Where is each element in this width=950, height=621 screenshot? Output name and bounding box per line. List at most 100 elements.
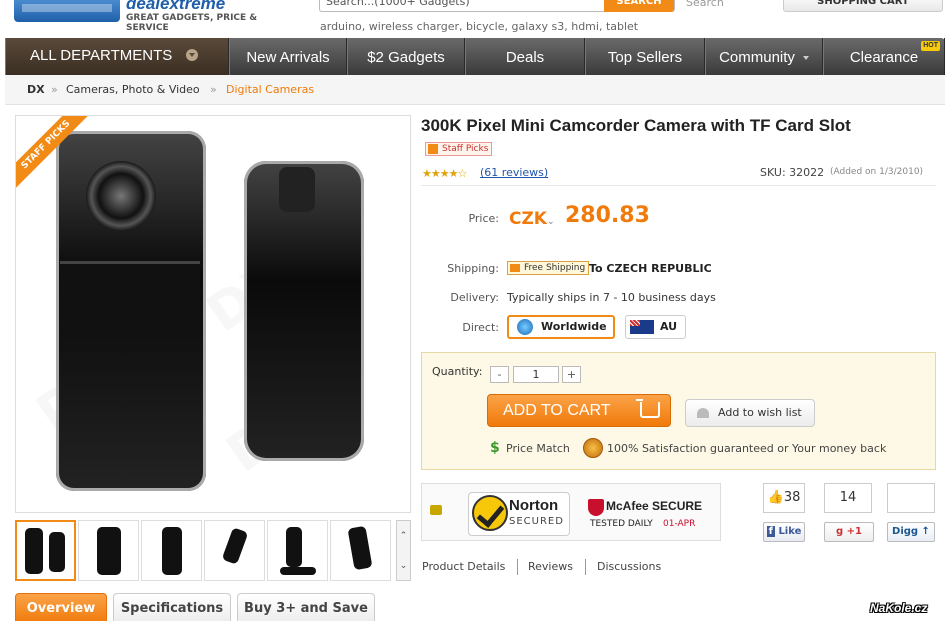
logo-word: dealextreme [126,0,226,13]
tab-divider [517,559,518,575]
nav-top-sellers[interactable]: Top Sellers [585,38,705,75]
price-match-link[interactable]: Price Match [506,442,570,455]
thumbs-up-icon: 👍 [767,490,784,505]
tab-divider [585,559,586,575]
search-button[interactable]: SEARCH [604,0,674,12]
nav-clearance[interactable]: Clearance HOT [823,38,945,75]
site-logo[interactable]: dealextreme GREAT GADGETS, PRICE & SERVI… [14,0,289,33]
reviews-link[interactable]: (61 reviews) [480,166,548,179]
free-shipping-badge: Free Shipping [507,261,590,275]
facebook-count-value: 38 [783,490,801,505]
popular-searches[interactable]: arduino, wireless charger, bicycle, gala… [320,20,638,33]
warehouse-worldwide-button[interactable]: Worldwide [507,315,615,339]
add-to-cart-button[interactable]: ADD TO CART [487,394,671,427]
camera-clip [279,167,315,212]
rating-stars: ★★★★☆ [422,167,467,180]
camera-lens [86,161,156,231]
warehouse-worldwide-label: Worldwide [541,320,607,333]
main-nav: ALL DEPARTMENTS New Arrivals $2 Gadgets … [5,38,945,75]
source-watermark: NaKole.cz [870,601,928,615]
dx-logo-mark [14,0,120,22]
breadcrumb-separator: » [51,83,58,96]
add-to-wish-list-button[interactable]: Add to wish list [685,399,815,427]
facebook-like-button[interactable]: f Like [763,522,805,542]
quantity-decrease-button[interactable]: - [490,366,509,383]
mcafee-title: McAfee SECURE [606,499,703,513]
tab-buy-3-and-save[interactable]: Buy 3+ and Save [237,593,375,621]
currency-selector[interactable]: CZK⌄ [509,209,555,229]
product-title: 300K Pixel Mini Camcorder Camera with TF… [421,116,851,135]
nav-deals[interactable]: Deals [465,38,585,75]
digg-label: Digg [892,526,919,537]
breadcrumb-digital-cameras[interactable]: Digital Cameras [226,83,314,96]
nav-2-gadgets[interactable]: $2 Gadgets [347,38,465,75]
camcorder-front [56,131,206,491]
shipping-label: Shipping: [447,262,499,275]
quantity-input[interactable]: 1 [513,366,559,383]
delivery-label: Delivery: [450,291,499,304]
australia-flag-icon [630,320,654,334]
nav-clearance-label: Clearance [849,49,919,66]
breadcrumb-dx[interactable]: DX [27,83,45,96]
quantity-label: Quantity: [432,365,483,378]
google-icon: g [836,526,844,537]
google-plus-button[interactable]: g +1 [824,522,874,542]
thumbnail[interactable] [330,520,391,581]
breadcrumb-cameras[interactable]: Cameras, Photo & Video [66,83,200,96]
tab-reviews[interactable]: Reviews [528,560,573,573]
warehouse-au-button[interactable]: AU [625,315,686,339]
breadcrumb-separator: » [210,83,217,96]
google-plus-count: 14 [824,483,872,513]
cart-icon [636,399,660,418]
staff-picks-badge: Staff Picks [425,142,493,156]
currency-code: CZK [509,209,547,229]
satisfaction-guarantee: 100% Satisfaction guaranteed or Your mon… [607,442,887,455]
thumbnail[interactable] [204,520,265,581]
norton-title: Norton [509,497,559,514]
delivery-time: Typically ships in 7 - 10 business days [507,291,716,304]
digg-button[interactable]: Digg ↑ [887,522,935,542]
main-product-image[interactable]: DX DX DX STAFF PICKS [15,115,411,513]
quantity-increase-button[interactable]: + [562,366,581,383]
nav-new-arrivals[interactable]: New Arrivals [229,38,347,75]
scroll-up-icon[interactable]: ⌃ [397,521,410,551]
search-link[interactable]: Search [686,0,724,9]
warehouse-au-label: AU [660,320,678,333]
tab-product-details[interactable]: Product Details [422,560,505,573]
tab-discussions[interactable]: Discussions [597,560,661,573]
tab-overview[interactable]: Overview [15,593,107,621]
satisfaction-badge-icon [583,438,603,458]
thumbnail[interactable] [141,520,202,581]
nav-community[interactable]: Community [705,38,823,75]
google-plus-label: +1 [846,526,862,537]
globe-icon [517,319,533,335]
added-date: (Added on 1/3/2010) [830,167,924,177]
tab-specifications[interactable]: Specifications [113,593,231,621]
thumbnail[interactable] [267,520,328,581]
dropdown-arrow-icon [186,49,199,61]
ship-to-country[interactable]: To CZECH REPUBLIC [589,262,712,275]
add-to-cart-label: ADD TO CART [503,402,611,419]
hot-badge: HOT [921,41,940,51]
thumbnail[interactable] [15,520,76,581]
thumbnail[interactable] [78,520,139,581]
direct-label: Direct: [462,321,499,334]
heart-icon [697,408,709,418]
nav-all-departments[interactable]: ALL DEPARTMENTS [5,38,229,75]
price-match-icon: $ [490,440,500,456]
price-label: Price: [468,212,499,225]
mcafee-shield-icon [588,499,604,516]
norton-subtitle: SECURED [509,516,564,527]
thumbnail-scrollbar[interactable]: ⌃ ⌄ [396,520,411,581]
shopping-cart-button[interactable]: SHOPPING CART [783,0,943,12]
facebook-like-label: Like [778,526,802,537]
nav-all-departments-label: ALL DEPARTMENTS [30,47,173,64]
chevron-down-icon [802,56,809,60]
facebook-like-count: 👍38 [763,483,805,513]
scroll-down-icon[interactable]: ⌄ [397,551,410,581]
nav-community-label: Community [719,49,795,66]
lock-icon [430,505,442,515]
mcafee-date: 01-APR [663,519,696,529]
sku: SKU: 32022 [760,166,825,179]
chevron-down-icon: ⌄ [546,217,555,227]
